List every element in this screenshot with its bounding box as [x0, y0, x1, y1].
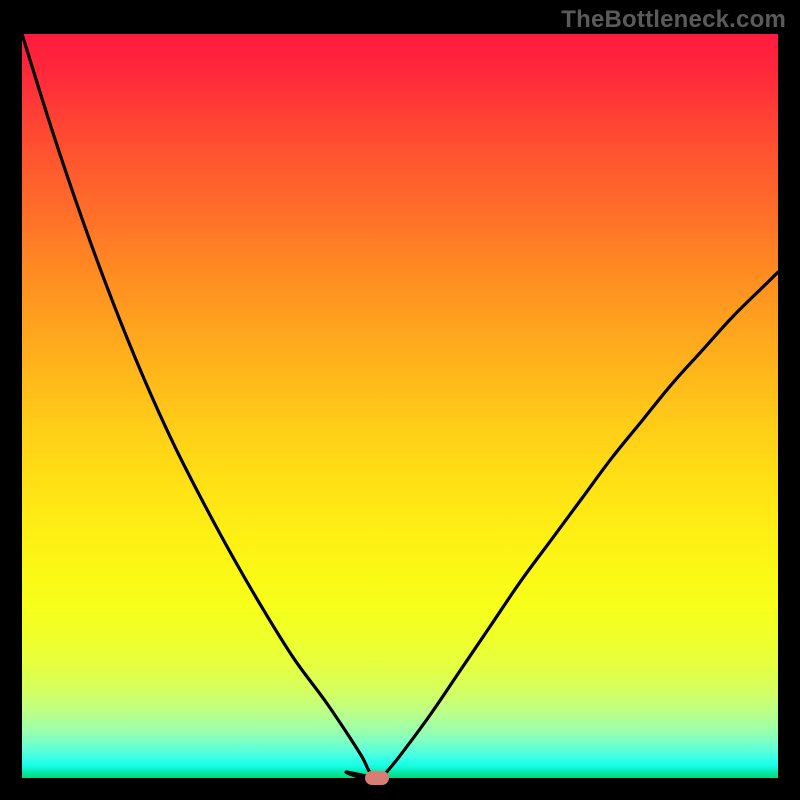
watermark-text: TheBottleneck.com	[561, 6, 786, 34]
optimal-marker	[365, 771, 389, 785]
plot-area	[22, 34, 778, 778]
chart-stage: TheBottleneck.com	[0, 0, 800, 800]
bottleneck-curve	[22, 34, 778, 778]
curve-layer	[22, 34, 778, 778]
